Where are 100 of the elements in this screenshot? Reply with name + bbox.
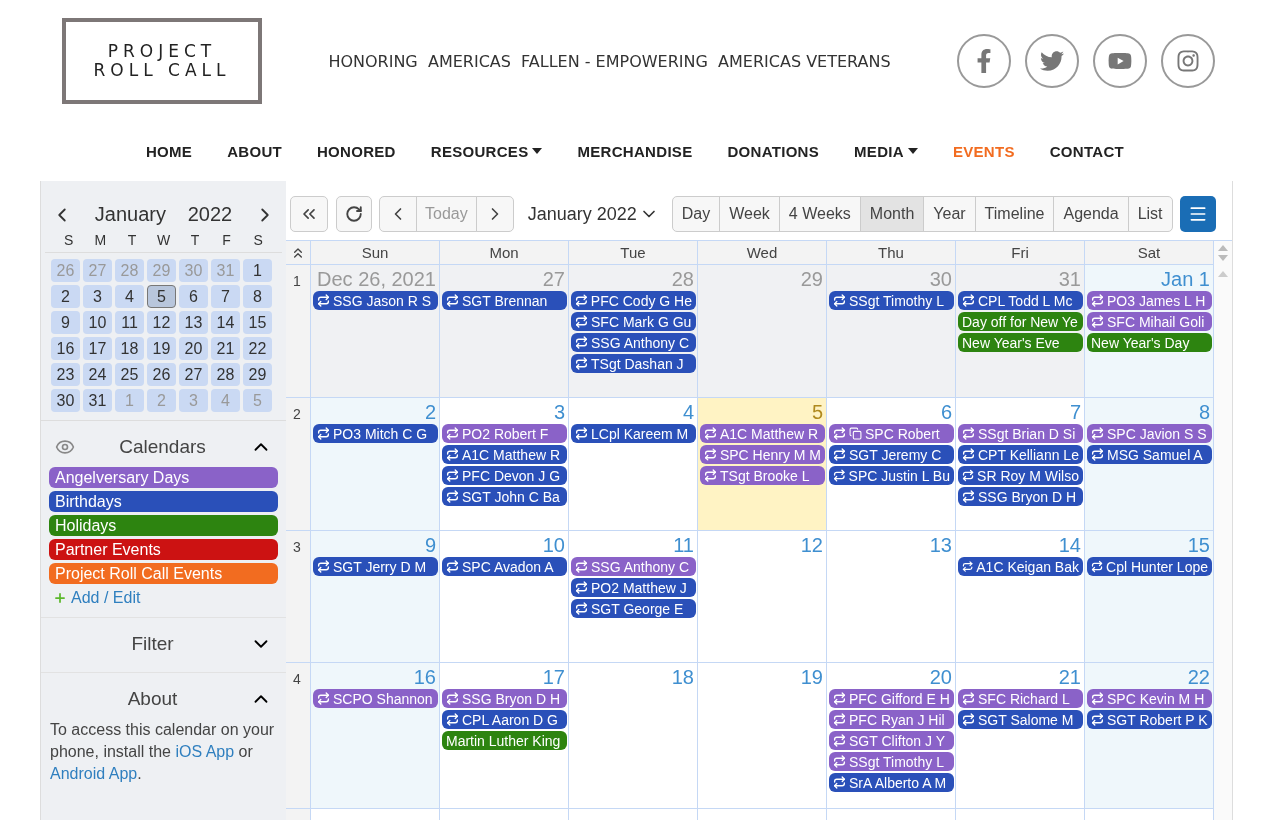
mini-calendar-day[interactable]: 11	[115, 311, 144, 334]
day-cell[interactable]: 15 Cpl Hunter Lope	[1085, 531, 1214, 663]
mini-calendar-day[interactable]: 29	[243, 363, 272, 386]
logo[interactable]: PROJECT ROLL CALL	[62, 18, 262, 104]
calendar-event[interactable]: TSgt Dashan J	[571, 354, 696, 373]
mini-calendar-day[interactable]: 6	[179, 285, 208, 308]
calendar-event[interactable]: SGT Jerry D M	[313, 557, 438, 576]
calendar-event[interactable]: Martin Luther King	[442, 731, 567, 750]
nav-link[interactable]: MEDIA	[854, 136, 918, 166]
twitter-icon[interactable]	[1025, 34, 1079, 88]
mini-calendar-day[interactable]: 8	[243, 285, 272, 308]
calendar-event[interactable]: SSgt Timothy L	[829, 752, 954, 771]
calendar-event[interactable]: SFC Mark G Gu	[571, 312, 696, 331]
eye-icon[interactable]	[55, 437, 75, 457]
calendar-event[interactable]: SSgt Brian D Si	[958, 424, 1083, 443]
view-tab[interactable]: List	[1127, 196, 1173, 232]
calendar-event[interactable]: SPC Henry M M	[700, 445, 825, 464]
day-cell[interactable]: 6 SPC Robert SGT Jeremy C SPC Justin L Bu	[827, 398, 956, 531]
calendar-event[interactable]: SSG Anthony C	[571, 333, 696, 352]
mini-calendar-day[interactable]: 30	[51, 389, 80, 412]
nav-link[interactable]: HONORED	[317, 136, 396, 166]
calendar-event[interactable]: SSG Jason R S	[313, 291, 438, 310]
section-title[interactable]: Calendars	[75, 436, 250, 458]
mini-calendar-day[interactable]: 7	[211, 285, 240, 308]
calendar-event[interactable]: SSG Anthony C	[571, 557, 696, 576]
calendar-event[interactable]: LCpl Kareem M	[571, 424, 696, 443]
calendar-event[interactable]: A1C Matthew R	[700, 424, 825, 443]
day-cell[interactable]: 31 CPL Todd L Mc Day off for New Ye New Year's Eve	[956, 265, 1085, 398]
calendar-event[interactable]: MSG Samuel A	[1087, 445, 1212, 464]
day-cell[interactable]: 5 A1C Matthew R SPC Henry M M TSgt Brooke L	[698, 398, 827, 531]
calendar-item[interactable]: Angelversary Days	[49, 467, 278, 488]
day-number[interactable]: 3	[553, 398, 568, 424]
mini-calendar-day[interactable]: 20	[179, 337, 208, 360]
calendar-event[interactable]: SPC Justin L Bu	[829, 466, 954, 485]
calendar-event[interactable]: A1C Keigan Bak	[958, 557, 1083, 576]
calendar-event[interactable]: Day off for New Ye	[958, 312, 1083, 331]
menu-button[interactable]	[1179, 196, 1216, 232]
date-title[interactable]: January 2022	[521, 203, 665, 225]
section-title[interactable]: About	[55, 688, 250, 710]
calendar-event[interactable]: SGT Salome M	[958, 710, 1083, 729]
mini-calendar-day[interactable]: 25	[115, 363, 144, 386]
calendar-event[interactable]: SGT George E	[571, 599, 696, 618]
facebook-icon[interactable]	[957, 34, 1011, 88]
day-cell[interactable]: Dec 26, 2021 SSG Jason R S	[311, 265, 440, 398]
day-cell[interactable]: 11 SSG Anthony C PO2 Matthew J SGT George E	[569, 531, 698, 663]
day-cell[interactable]: 10 SPC Avadon A	[440, 531, 569, 663]
nav-link[interactable]: MERCHANDISE	[577, 136, 693, 166]
calendar-event[interactable]: SR Roy M Wilso	[958, 466, 1083, 485]
section-title[interactable]: Filter	[55, 633, 250, 655]
mini-calendar-day[interactable]: 31	[83, 389, 112, 412]
day-cell[interactable]: 4 LCpl Kareem M	[569, 398, 698, 531]
instagram-icon[interactable]	[1161, 34, 1215, 88]
calendar-event[interactable]: A1C Matthew R	[442, 445, 567, 464]
calendar-event[interactable]: CPT Kelliann Le	[958, 445, 1083, 464]
mini-calendar-day[interactable]: 22	[243, 337, 272, 360]
mini-calendar-day[interactable]: 27	[179, 363, 208, 386]
add-edit-link[interactable]: Add / Edit	[49, 587, 145, 609]
mini-calendar-day[interactable]: 14	[211, 311, 240, 334]
calendar-event[interactable]: PO2 Matthew J	[571, 578, 696, 597]
day-cell[interactable]: 3 PO2 Robert F A1C Matthew R PFC Devon J G SGT John C Ba	[440, 398, 569, 531]
view-tab[interactable]: 4 Weeks	[778, 196, 861, 232]
calendar-event[interactable]: SGT John C Ba	[442, 487, 567, 506]
mini-calendar-day[interactable]: 2	[51, 285, 80, 308]
calendar-event[interactable]: PFC Gifford E H	[829, 689, 954, 708]
calendar-event[interactable]: PO3 James L H	[1087, 291, 1212, 310]
mini-calendar-day[interactable]: 21	[211, 337, 240, 360]
calendar-event[interactable]: SGT Brennan	[442, 291, 567, 310]
mini-calendar-day[interactable]: 5	[147, 285, 176, 308]
calendar-event[interactable]: SFC Richard L	[958, 689, 1083, 708]
view-tab[interactable]: Timeline	[974, 196, 1055, 232]
calendar-event[interactable]: New Year's Eve	[958, 333, 1083, 352]
calendar-event[interactable]: SSG Bryon D H	[442, 689, 567, 708]
mini-calendar-day[interactable]: 9	[51, 311, 80, 334]
mini-calendar-day[interactable]: 23	[51, 363, 80, 386]
day-cell[interactable]: Jan 1 PO3 James L H SFC Mihail Goli New Year's Day	[1085, 265, 1214, 398]
calendar-item[interactable]: Birthdays	[49, 491, 278, 512]
calendar-event[interactable]: SFC Mihail Goli	[1087, 312, 1212, 331]
nav-link[interactable]: ABOUT	[227, 136, 282, 166]
view-tab[interactable]: Month	[859, 196, 925, 232]
calendar-event[interactable]: SrA Alberto A M	[829, 773, 954, 792]
day-cell[interactable]: 2 PO3 Mitch C G	[311, 398, 440, 531]
mini-calendar-day[interactable]: 3	[83, 285, 112, 308]
calendar-event[interactable]: CPL Todd L Mc	[958, 291, 1083, 310]
day-cell[interactable]: 27 SGT Brennan	[440, 265, 569, 398]
calendar-event[interactable]: SGT Clifton J Y	[829, 731, 954, 750]
view-tab[interactable]: Week	[719, 196, 780, 232]
day-cell[interactable]: 22 SPC Kevin M H SGT Robert P K	[1085, 663, 1214, 809]
calendar-event[interactable]: PFC Ryan J Hil	[829, 710, 954, 729]
mini-calendar-day[interactable]: 4	[115, 285, 144, 308]
calendar-event[interactable]: SPC Robert	[829, 424, 954, 443]
mini-calendar-day[interactable]: 18	[115, 337, 144, 360]
calendar-event[interactable]: Cpl Hunter Lope	[1087, 557, 1212, 576]
day-cell[interactable]: 20 PFC Gifford E H PFC Ryan J Hil SGT Clifton J Y SSgt Timothy L SrA Alberto A M	[827, 663, 956, 809]
youtube-icon[interactable]	[1093, 34, 1147, 88]
ios-app-link[interactable]: iOS App	[175, 743, 235, 760]
day-cell[interactable]: 17 SSG Bryon D H CPL Aaron D G Martin Luther King	[440, 663, 569, 809]
day-cell[interactable]: 30 SSgt Timothy L	[827, 265, 956, 398]
calendar-item[interactable]: Holidays	[49, 515, 278, 536]
day-cell[interactable]: 28 PFC Cody G He SFC Mark G Gu SSG Anthony C TSgt Dashan J	[569, 265, 698, 398]
calendar-item[interactable]: Partner Events	[49, 539, 278, 560]
